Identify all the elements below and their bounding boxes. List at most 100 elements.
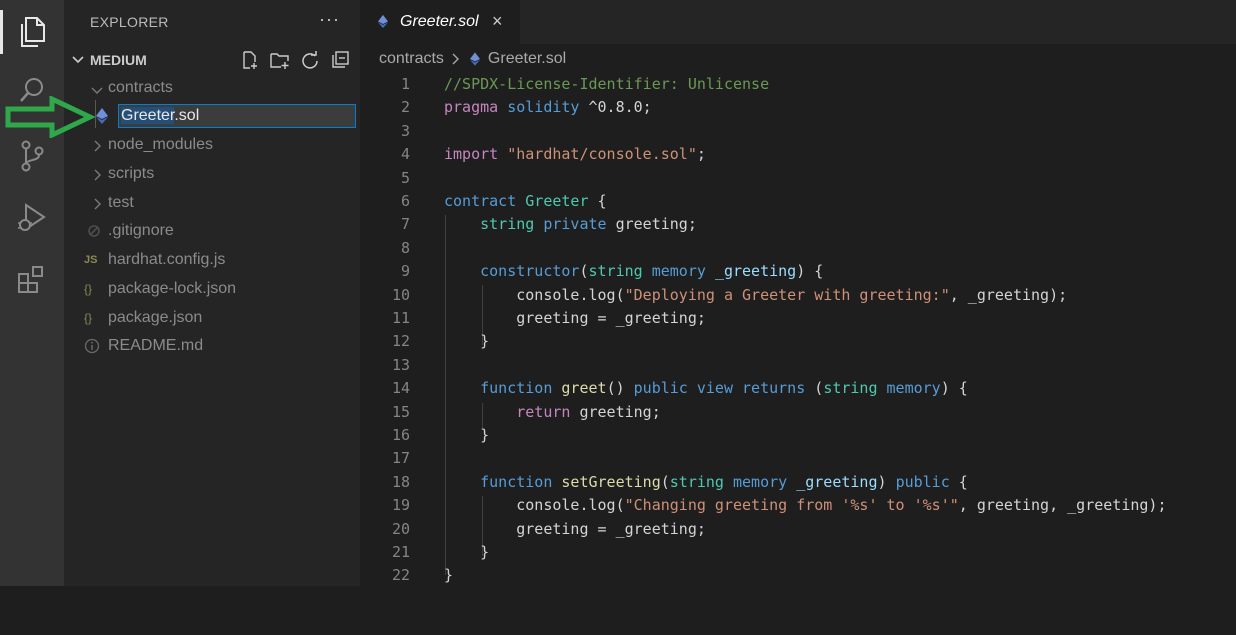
ethereum-file-icon <box>96 108 108 124</box>
tree-item-package-lock[interactable]: {} package-lock.json <box>64 275 360 303</box>
source-control-icon <box>21 140 44 172</box>
json-file-icon: {} <box>84 282 93 296</box>
code-line: 7 string private greeting; <box>360 212 1236 235</box>
explorer-sidebar: EXPLORER ··· MEDIUM contracts Greeter.so… <box>64 0 360 586</box>
code-line: 21 } <box>360 540 1236 563</box>
line-number: 6 <box>400 192 410 210</box>
line-number: 19 <box>391 496 410 515</box>
tab-greeter-sol[interactable]: Greeter.sol × <box>360 0 520 44</box>
code-token: ( <box>579 262 589 281</box>
code-token: ) { <box>796 262 824 281</box>
line-number: 15 <box>391 402 410 421</box>
tree-item-label: .gitignore <box>108 222 174 239</box>
code-line: 16 } <box>360 423 1236 446</box>
tree-item-hardhat-config[interactable]: JS hardhat.config.js <box>64 246 360 274</box>
chevron-down-icon <box>91 87 103 94</box>
chevron-down-icon <box>72 56 84 64</box>
tree-item-readme[interactable]: README.md <box>64 332 360 360</box>
activity-bar <box>0 0 64 586</box>
line-number: 11 <box>391 309 410 327</box>
code-line: 13 <box>360 353 1236 376</box>
collapse-all-icon[interactable] <box>328 49 352 71</box>
line-number: 10 <box>391 285 410 304</box>
code-token: greet <box>561 379 607 398</box>
info-icon <box>84 338 100 354</box>
code-line: 20 greeting = _greeting; <box>360 517 1236 540</box>
code-editor[interactable]: 1 //SPDX-License-Identifier: Unlicense 2… <box>360 72 1236 586</box>
line-number: 1 <box>400 75 410 93</box>
code-token: contract <box>444 192 517 210</box>
code-token: ; <box>696 145 706 164</box>
new-folder-icon[interactable] <box>268 49 292 71</box>
code-line: 5 <box>360 166 1236 189</box>
rename-input-text: Greeter.sol <box>121 107 199 125</box>
code-line: 18 function setGreeting(string memory _g… <box>360 470 1236 493</box>
code-token: greeting; <box>579 402 661 421</box>
run-debug-activity-button[interactable] <box>0 190 64 246</box>
close-icon[interactable]: × <box>492 11 503 32</box>
tree-item-label: package-lock.json <box>108 280 237 297</box>
line-number: 7 <box>400 215 410 234</box>
code-line: 8 <box>360 236 1236 259</box>
line-number: 17 <box>391 449 410 468</box>
gitignore-file-icon <box>88 225 100 237</box>
code-line: 2 pragma solidity ^0.8.0; <box>360 95 1236 118</box>
tree-item-contracts[interactable]: contracts <box>64 74 360 102</box>
code-token: () <box>606 379 634 398</box>
code-token: . <box>579 496 589 515</box>
line-number: 4 <box>400 145 410 164</box>
code-line: 14 function greet() public view returns … <box>360 376 1236 399</box>
rename-input[interactable]: Greeter.sol <box>118 104 356 128</box>
chevron-right-icon <box>94 198 101 210</box>
tree-item-label: hardhat.config.js <box>108 251 226 268</box>
code-token: returns <box>742 379 806 398</box>
line-number: 9 <box>400 262 410 281</box>
line-number: 13 <box>391 355 410 374</box>
breadcrumb-item-contracts[interactable]: contracts <box>379 50 444 68</box>
code-token: import <box>444 145 499 164</box>
new-file-icon[interactable] <box>238 49 262 71</box>
code-line: 19 console.log("Changing greeting from '… <box>360 493 1236 516</box>
line-number: 3 <box>400 121 410 140</box>
rename-selection: Greeter <box>121 107 175 124</box>
code-token: string <box>588 262 643 281</box>
extensions-activity-button[interactable] <box>0 252 64 308</box>
code-line: 15 return greeting; <box>360 400 1236 423</box>
breadcrumb-item-file[interactable]: Greeter.sol <box>488 50 566 68</box>
json-file-icon: {} <box>84 311 93 325</box>
chevron-right-icon <box>94 140 101 152</box>
code-token: public <box>895 472 950 491</box>
ethereum-file-icon <box>378 14 388 29</box>
files-icon <box>21 17 45 47</box>
tree-item-node-modules[interactable]: node_modules <box>64 131 360 159</box>
code-line: 4 import "hardhat/console.sol"; <box>360 142 1236 165</box>
code-token: Greeter <box>525 192 589 210</box>
tree-item-scripts[interactable]: scripts <box>64 160 360 188</box>
code-token: } <box>480 543 490 561</box>
code-line: 11 greeting = _greeting; <box>360 306 1236 329</box>
tree-item-test[interactable]: test <box>64 189 360 217</box>
line-number: 21 <box>391 543 410 561</box>
workspace-section-header[interactable]: MEDIUM <box>64 46 360 74</box>
tree-item-label: package.json <box>108 309 203 326</box>
refresh-icon[interactable] <box>298 49 322 71</box>
code-string: "hardhat/console.sol" <box>507 145 697 164</box>
code-string: "Changing greeting from '%s' to '%s'" <box>624 496 959 515</box>
code-token: ( <box>660 472 670 491</box>
code-token: ( <box>615 285 625 304</box>
chevron-right-icon <box>452 53 459 65</box>
code-token: private <box>543 215 607 234</box>
code-token: ) <box>877 472 896 491</box>
tree-item-label: test <box>108 194 134 211</box>
code-token: , greeting, _greeting); <box>958 496 1167 515</box>
line-number: 8 <box>400 238 410 257</box>
tree-item-package-json[interactable]: {} package.json <box>64 304 360 332</box>
more-actions-icon[interactable]: ··· <box>319 9 340 30</box>
code-token: console <box>516 285 580 304</box>
code-token: { <box>949 472 968 491</box>
line-number: 18 <box>391 472 410 491</box>
code-token: } <box>480 426 490 444</box>
tree-item-gitignore[interactable]: .gitignore <box>64 217 360 245</box>
code-token: memory <box>733 472 788 491</box>
explorer-activity-button[interactable] <box>0 4 64 60</box>
